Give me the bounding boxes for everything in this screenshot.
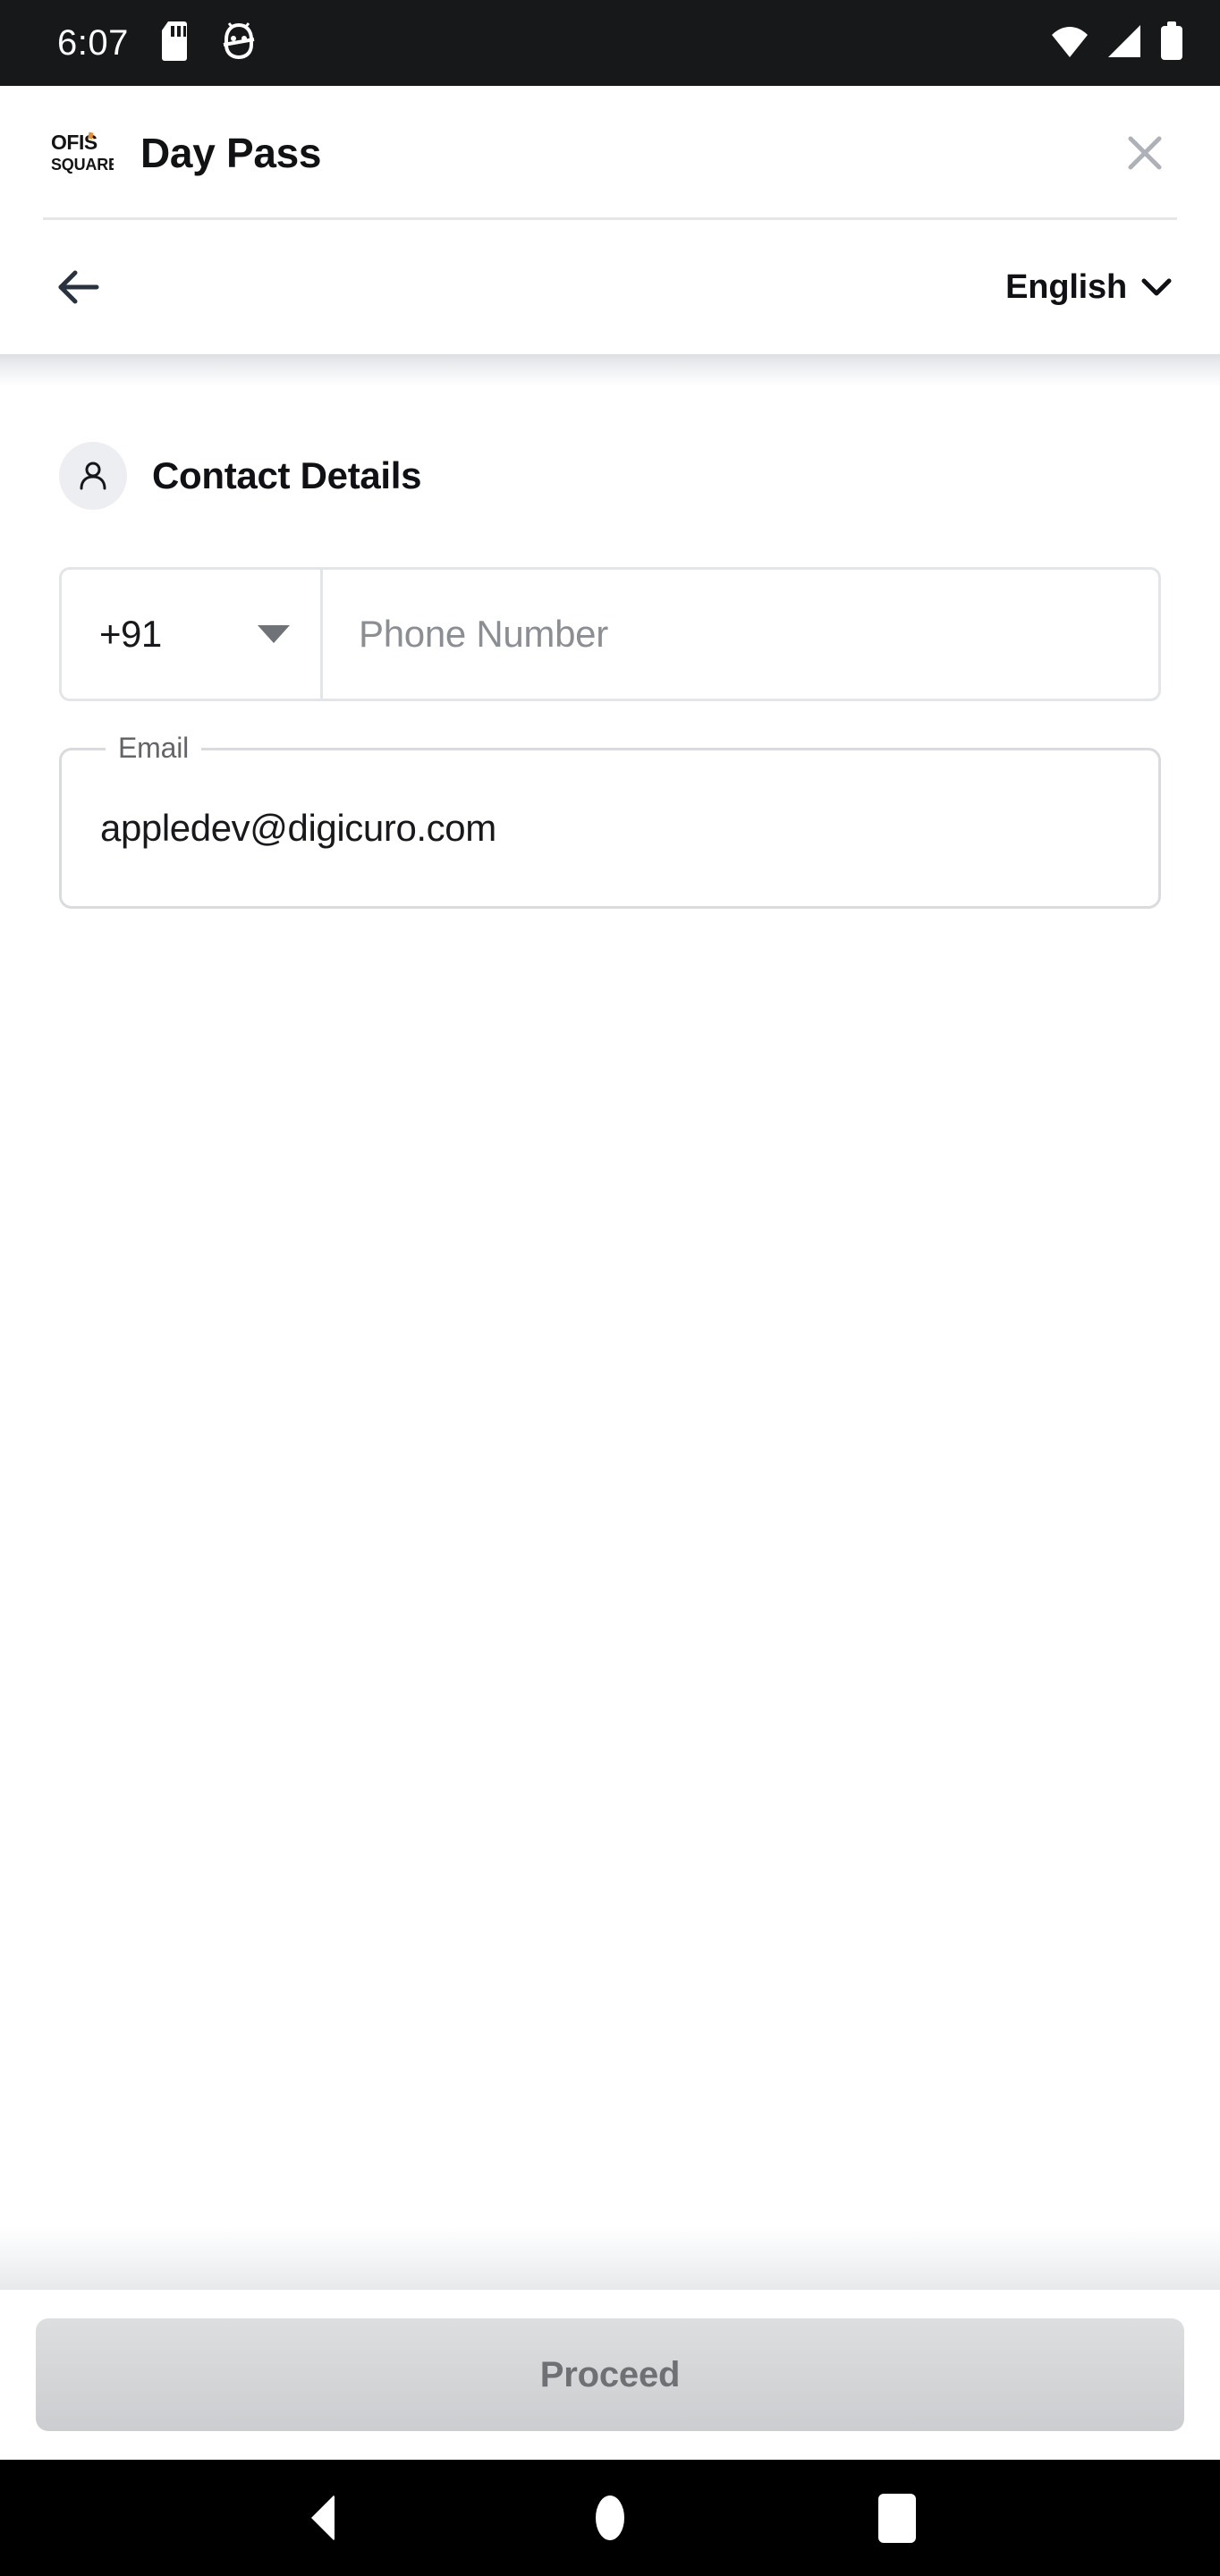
language-bar: English bbox=[0, 220, 1220, 354]
sd-card-icon bbox=[159, 21, 191, 65]
nav-back-button[interactable] bbox=[274, 2469, 372, 2567]
close-button[interactable] bbox=[1113, 121, 1177, 185]
android-nav-bar bbox=[0, 2460, 1220, 2576]
language-label: English bbox=[1005, 267, 1127, 306]
back-button[interactable] bbox=[55, 258, 113, 316]
email-field[interactable]: Email bbox=[59, 733, 1161, 909]
content-top-shadow bbox=[0, 354, 1220, 386]
contact-details-title: Contact Details bbox=[152, 454, 422, 496]
person-icon bbox=[80, 462, 106, 490]
country-code-value: +91 bbox=[99, 613, 162, 655]
status-bar-clock: 6:07 bbox=[57, 22, 129, 63]
nav-recents-icon bbox=[878, 2493, 917, 2543]
status-bar-left: 6:07 bbox=[57, 21, 256, 65]
person-avatar bbox=[59, 442, 127, 510]
svg-text:SQUARE: SQUARE bbox=[51, 156, 114, 174]
main-content: Contact Details +91 Email bbox=[0, 386, 1220, 2225]
android-debug-icon bbox=[222, 21, 256, 65]
arrow-left-icon bbox=[58, 270, 99, 304]
phone-number-input[interactable] bbox=[359, 613, 1123, 656]
page-title: Day Pass bbox=[140, 130, 322, 176]
wifi-icon bbox=[1050, 23, 1089, 64]
nav-home-icon bbox=[595, 2496, 624, 2540]
app-screen: 6:07 OFIS SQUARE Day Pass English Contac… bbox=[0, 0, 1220, 2576]
nav-recents-button[interactable] bbox=[848, 2469, 946, 2567]
cellular-signal-icon bbox=[1106, 23, 1143, 64]
phone-number-row: +91 bbox=[59, 567, 1161, 701]
battery-icon bbox=[1159, 21, 1184, 65]
status-bar-right bbox=[1050, 21, 1184, 65]
country-code-select[interactable]: +91 bbox=[59, 567, 323, 701]
footer-bar: Proceed bbox=[0, 2290, 1220, 2460]
language-selector[interactable]: English bbox=[1000, 259, 1177, 316]
app-bar: OFIS SQUARE Day Pass bbox=[0, 86, 1220, 220]
close-icon bbox=[1128, 136, 1162, 170]
phone-input-wrapper[interactable] bbox=[323, 567, 1161, 701]
footer-top-shadow bbox=[0, 2225, 1220, 2290]
contact-details-header: Contact Details bbox=[59, 442, 1161, 510]
caret-down-icon bbox=[258, 625, 290, 643]
app-bar-divider bbox=[43, 217, 1177, 220]
nav-home-button[interactable] bbox=[561, 2469, 659, 2567]
proceed-button[interactable]: Proceed bbox=[36, 2318, 1184, 2431]
chevron-down-icon bbox=[1141, 278, 1172, 296]
email-input[interactable] bbox=[100, 748, 1125, 909]
nav-back-icon bbox=[310, 2495, 335, 2541]
status-bar: 6:07 bbox=[0, 0, 1220, 86]
ofis-square-logo: OFIS SQUARE bbox=[49, 128, 114, 178]
